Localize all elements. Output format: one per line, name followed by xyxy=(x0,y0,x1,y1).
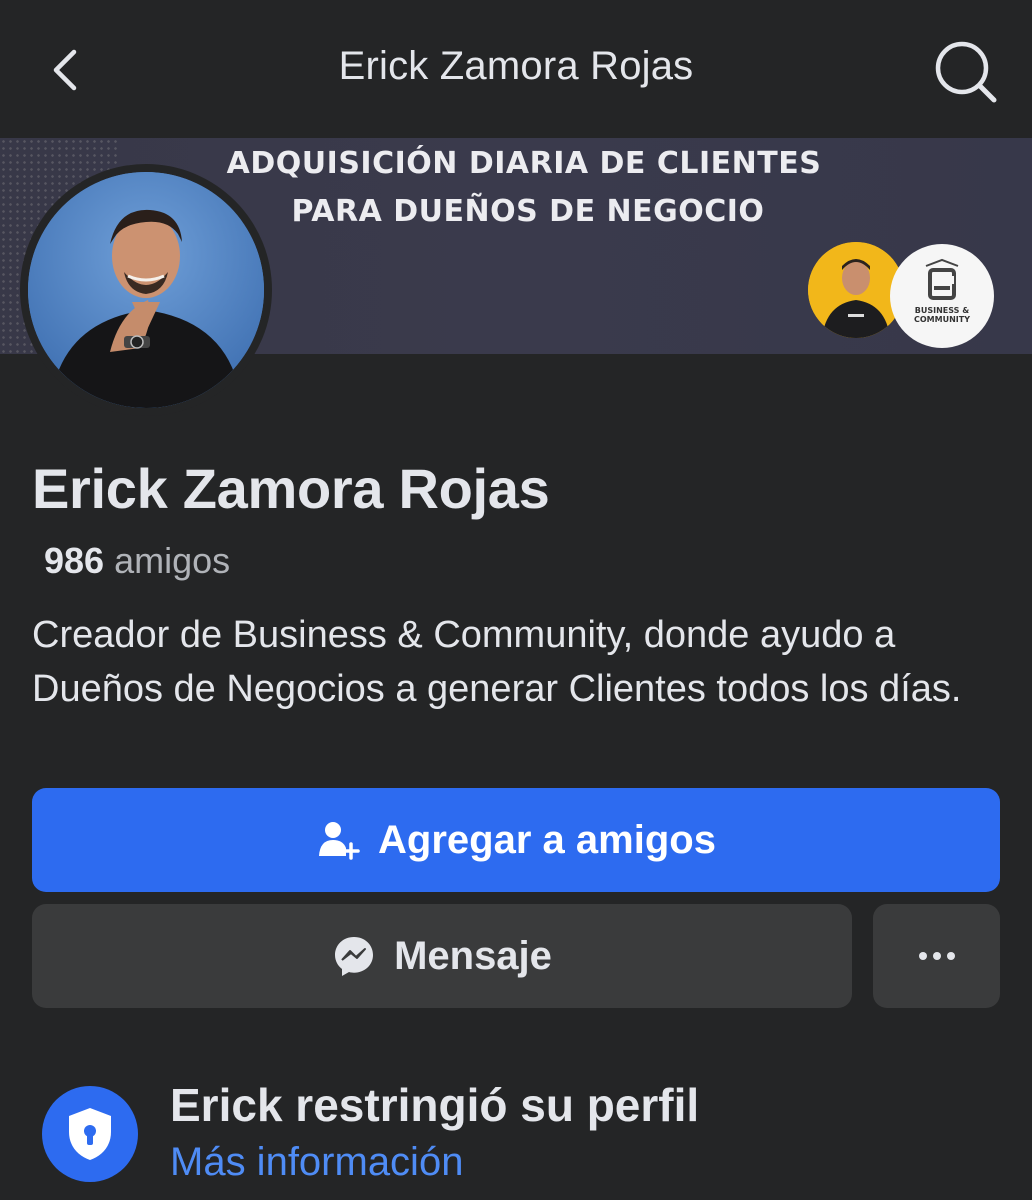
avatar-person-illustration xyxy=(28,172,264,408)
person-add-icon xyxy=(319,822,360,860)
more-info-link[interactable]: Más información xyxy=(170,1140,463,1185)
business-community-logo: BUSINESS & COMMUNITY xyxy=(890,244,994,348)
messenger-icon xyxy=(335,937,374,976)
shield-lock-icon xyxy=(69,1108,111,1160)
add-friend-label: Agregar a amigos xyxy=(378,817,716,862)
restricted-profile-badge xyxy=(42,1086,138,1182)
avatar xyxy=(28,172,264,408)
friends-label: amigos xyxy=(114,540,231,581)
message-label: Mensaje xyxy=(394,933,552,978)
friends-count: 986 xyxy=(44,540,105,581)
more-icon xyxy=(918,952,955,960)
profile-bio: Creador de Business & Community, donde a… xyxy=(32,614,962,710)
profile-picture[interactable] xyxy=(20,164,272,416)
search-icon xyxy=(935,41,997,103)
restricted-title: Erick restringió su perfil xyxy=(170,1079,700,1131)
logo-text-line2: COMMUNITY xyxy=(913,315,970,324)
logo-mark-icon xyxy=(925,258,959,300)
search-button[interactable] xyxy=(930,38,1002,106)
message-button[interactable]: Mensaje xyxy=(32,904,852,1008)
top-navigation-bar: Erick Zamora Rojas xyxy=(0,0,1032,138)
profile-name: Erick Zamora Rojas xyxy=(32,457,550,520)
friends-count-link[interactable]: 986 amigos xyxy=(44,540,230,582)
logo-text: BUSINESS & COMMUNITY xyxy=(890,306,994,324)
add-friend-button[interactable]: Agregar a amigos xyxy=(32,788,1000,892)
more-options-button[interactable] xyxy=(873,904,1000,1008)
page-title: Erick Zamora Rojas xyxy=(338,44,694,88)
logo-text-line1: BUSINESS & xyxy=(914,306,970,315)
